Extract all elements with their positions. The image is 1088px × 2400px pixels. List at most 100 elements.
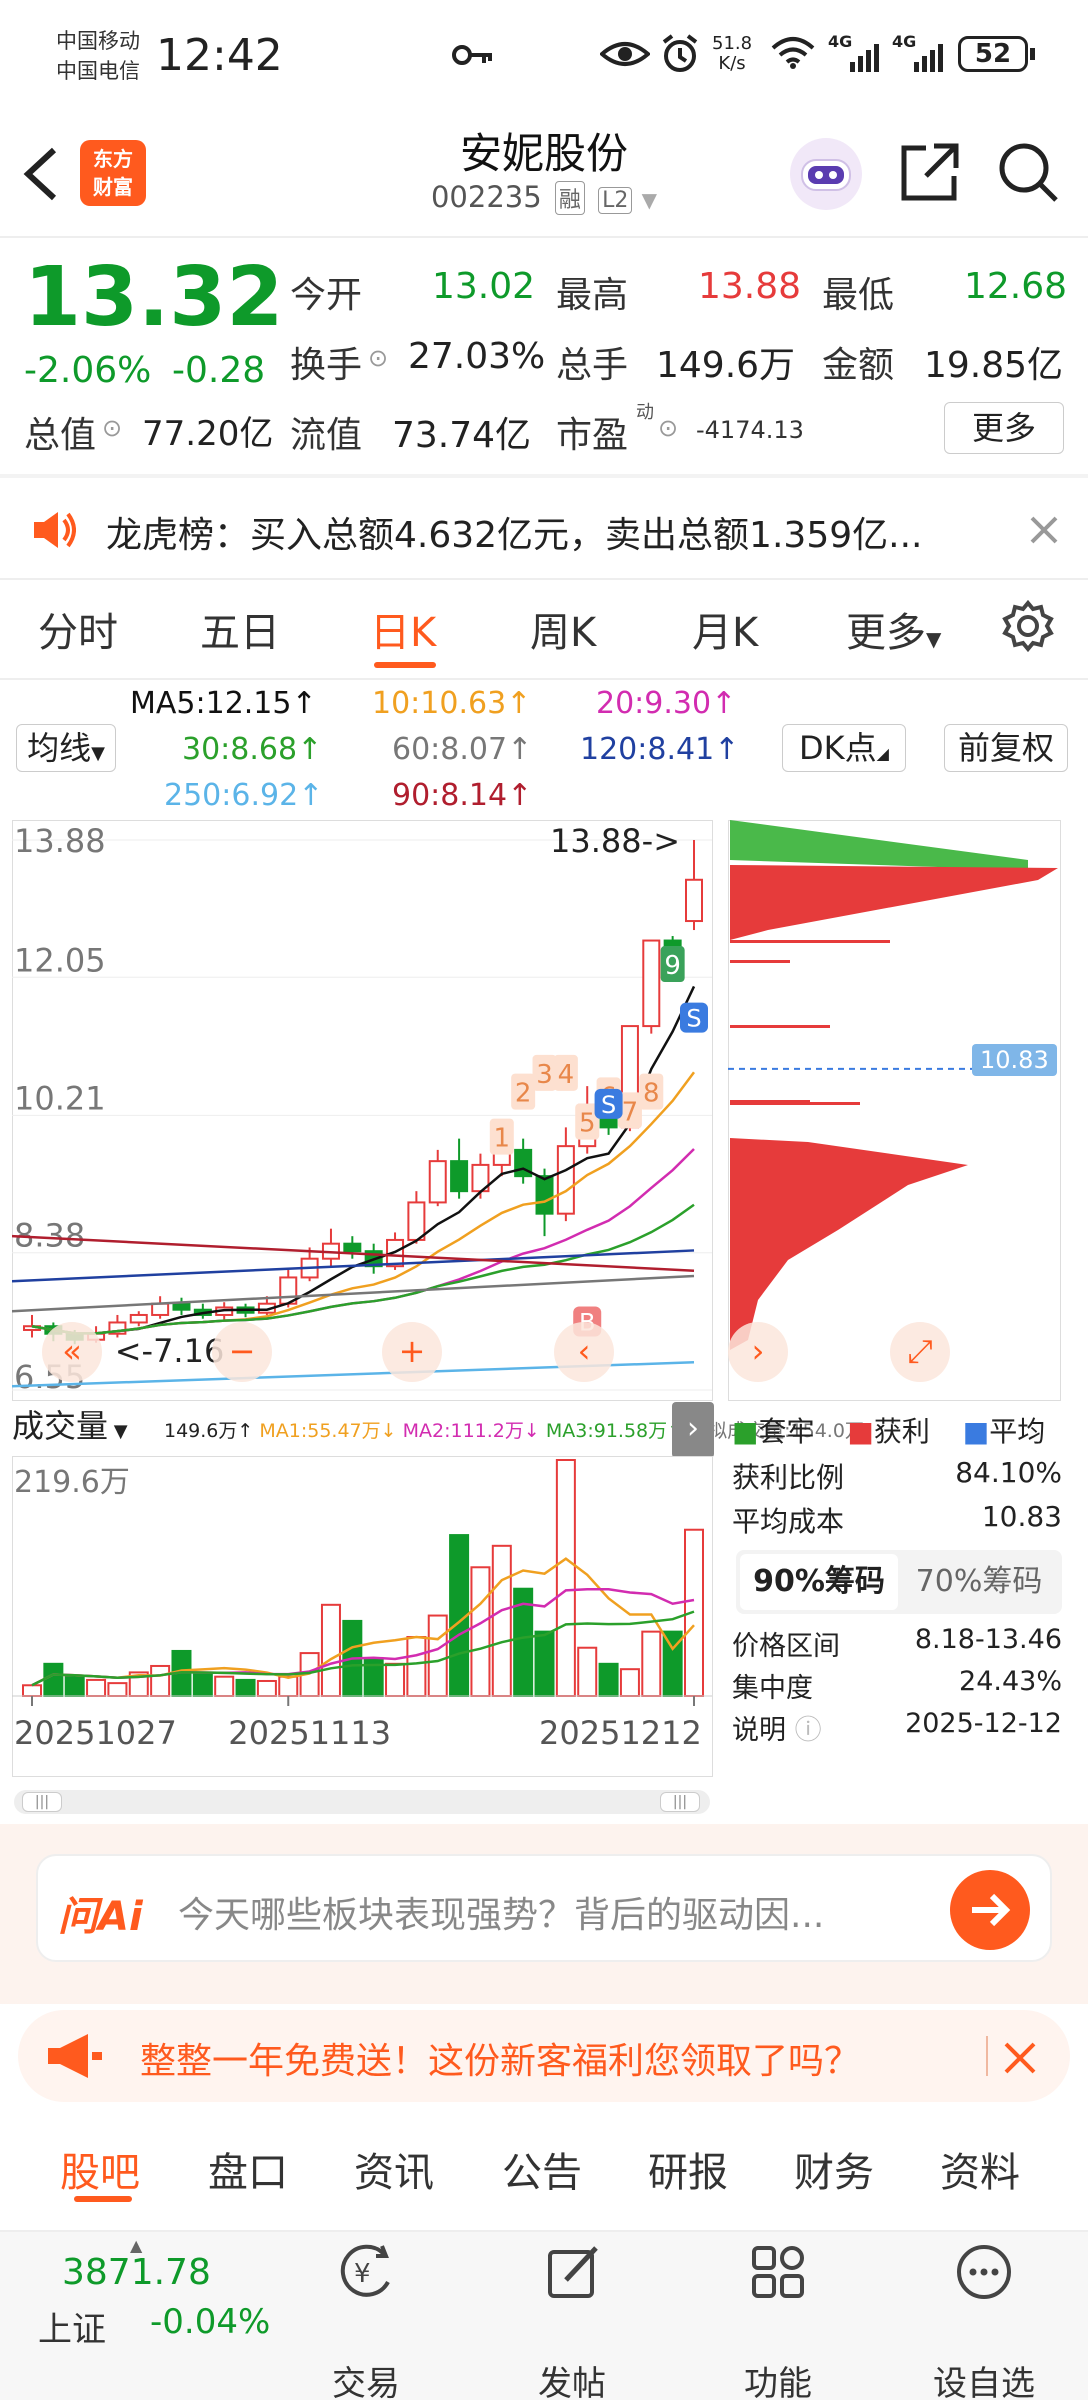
volume-bar (385, 1662, 406, 1697)
signal-label: 8 (643, 1079, 660, 1109)
avg-cost: 10.83 (981, 1500, 1062, 1533)
chip-bar (730, 1102, 860, 1105)
kline-chart[interactable]: 13.8812.0510.218.386.55123456789SSB13.88… (12, 820, 714, 1402)
volume-chart[interactable]: 219.6万 20251027 20251113 20251212 (12, 1456, 714, 1778)
volume-value: 149.6万 (656, 345, 796, 386)
search-icon[interactable] (996, 140, 1060, 204)
ma20-value: 20:9.30↑ (596, 686, 737, 721)
info-icon: ⓘ (794, 1715, 822, 1746)
volume-total: 149.6万↑ (164, 1420, 254, 1442)
tab-research[interactable]: 研报 (648, 2140, 728, 2198)
trade-label[interactable]: 交易 (306, 2356, 426, 2400)
signal-label: 2 (515, 1079, 532, 1109)
volume-y-label: 219.6万 (14, 1465, 130, 1500)
tab-weekly-k[interactable]: 周K (530, 600, 596, 658)
volume-bar (598, 1662, 619, 1697)
candle-body (685, 878, 703, 923)
date-label: 20251027 (14, 1714, 177, 1752)
tab-chip-90[interactable]: 90%筹码 (740, 1554, 898, 1610)
info-icon[interactable]: ⊙ (368, 344, 388, 372)
tab-news[interactable]: 资讯 (354, 2140, 434, 2198)
volume-bar (86, 1678, 107, 1697)
scroll-handle-right[interactable]: ||| (660, 1792, 700, 1812)
watchlist-label[interactable]: 设自选 (924, 2356, 1044, 2400)
status-bar: 中国移动 中国电信 12:42 51.8 K/s 4G 4G 52 (0, 0, 1088, 110)
ma120-value: 120:8.41↑ (580, 732, 740, 767)
turnover-value: 27.03% (408, 336, 546, 377)
volume-bar (64, 1675, 85, 1697)
expand-panel-button[interactable]: › (672, 1402, 714, 1458)
ma30-value: 30:8.68↑ (182, 732, 323, 767)
wifi-icon (771, 37, 815, 69)
edit-post-icon[interactable] (544, 2242, 604, 2302)
tab-daily-k[interactable]: 日K (370, 600, 436, 658)
tab-more[interactable]: 更多▼ (846, 600, 941, 658)
volume-bar (619, 1668, 640, 1698)
promo-banner[interactable]: 整整一年免费送！这份新客福利您领取了吗？ (18, 2010, 1070, 2102)
concentration: 24.43% (959, 1666, 1062, 1697)
candle-body (172, 1302, 191, 1311)
scroll-handle-left[interactable]: ||| (22, 1792, 62, 1812)
ma60-value: 60:8.07↑ (392, 732, 533, 767)
index-value[interactable]: 3871.78 (62, 2252, 211, 2293)
more-button[interactable]: 更多 (944, 402, 1064, 454)
robot-assistant-icon[interactable] (786, 134, 866, 214)
change-percent: -2.06% (24, 350, 152, 391)
ma-selector[interactable]: 均线▼ (16, 724, 116, 772)
info-icon[interactable]: ⊙ (658, 414, 678, 442)
ma250-value: 250:6.92↑ (164, 778, 324, 813)
float-value: 73.74亿 (392, 415, 532, 456)
watchlist-icon[interactable] (954, 2242, 1014, 2302)
volume-bar (641, 1630, 662, 1698)
index-change: -0.04% (150, 2302, 271, 2342)
volume-ma1: MA1:55.47万↓ (259, 1420, 397, 1442)
tab-profile[interactable]: 资料 (940, 2140, 1020, 2198)
candle-body (129, 1313, 148, 1324)
volume-bar (555, 1459, 576, 1697)
chip-bar (730, 960, 790, 963)
settings-icon[interactable] (1002, 600, 1054, 652)
volume-bar (192, 1673, 213, 1698)
trade-icon[interactable]: ¥ (336, 2242, 396, 2302)
info-icon[interactable]: ⊙ (102, 414, 122, 442)
svg-text:¥: ¥ (354, 2259, 371, 2289)
notice-bar[interactable]: 龙虎榜：买入总额4.632亿元，卖出总额1.359亿... (0, 478, 1088, 578)
post-label[interactable]: 发帖 (512, 2356, 632, 2400)
divider (0, 236, 1088, 238)
close-icon[interactable] (1002, 2040, 1038, 2076)
y-tick-label: 12.05 (14, 941, 106, 979)
tab-chip-70[interactable]: 70%筹码 (900, 1554, 1058, 1610)
tab-order-book[interactable]: 盘口 (208, 2140, 288, 2198)
change-value: -0.28 (172, 350, 266, 391)
volume-bar (427, 1614, 448, 1697)
volume-selector[interactable]: 成交量 ▼ (12, 1404, 160, 1450)
pe-label: 市盈 (556, 415, 629, 456)
distribution-stats: 获利比例 84.10% 平均成本 10.83 (732, 1456, 1062, 1544)
price-range: 8.18-13.46 (914, 1624, 1062, 1655)
ai-submit-button[interactable] (950, 1870, 1030, 1950)
profit-ratio: 84.10% (955, 1456, 1062, 1489)
max-price-marker: 13.88-> (550, 822, 680, 860)
adjust-button[interactable]: 前复权 (944, 724, 1068, 772)
low-value: 12.68 (964, 266, 1068, 307)
function-label[interactable]: 功能 (718, 2356, 838, 2400)
signal-label: 5 (579, 1109, 596, 1139)
ai-search-box[interactable]: 问Ai 今天哪些板块表现强势？背后的驱动因... (36, 1854, 1052, 1962)
function-grid-icon[interactable] (748, 2242, 808, 2302)
share-icon[interactable] (898, 140, 962, 204)
tab-five-day[interactable]: 五日 (200, 600, 280, 658)
level2-tag: L2 (598, 187, 633, 214)
tab-financials[interactable]: 财务 (794, 2140, 874, 2198)
high-label: 最高 (556, 275, 629, 316)
volume-bar (22, 1684, 42, 1697)
tab-monthly-k[interactable]: 月K (692, 600, 758, 658)
tab-intraday[interactable]: 分时 (38, 600, 118, 658)
chart-control-icon: « (62, 1332, 82, 1370)
tab-stock-forum[interactable]: 股吧 (60, 2140, 140, 2198)
tab-announcements[interactable]: 公告 (502, 2140, 582, 2198)
close-icon[interactable] (1028, 514, 1060, 546)
volume-bar (107, 1682, 128, 1698)
dk-point-button[interactable]: DK点◢ (782, 724, 906, 772)
chart-scrollbar[interactable]: ||| ||| (14, 1790, 710, 1814)
volume-bar (577, 1646, 598, 1698)
